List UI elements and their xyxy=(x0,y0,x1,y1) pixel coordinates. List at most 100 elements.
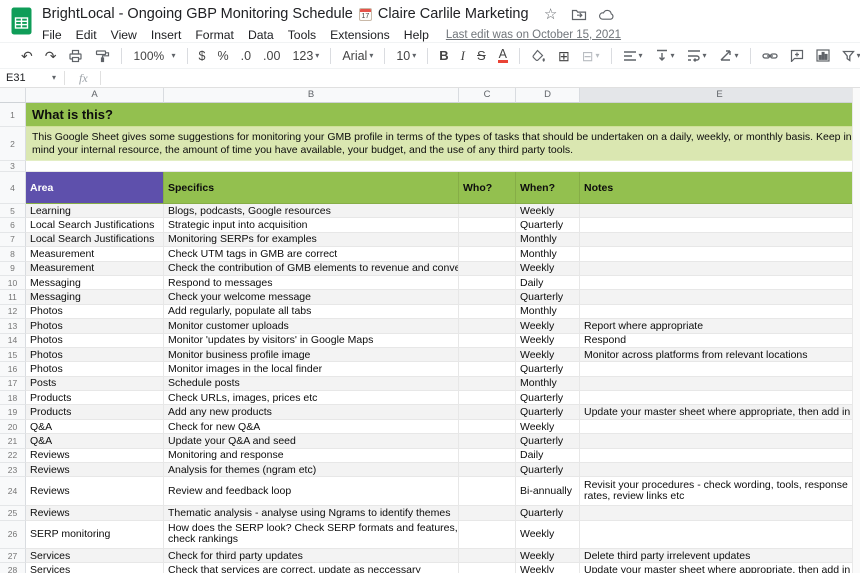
cell-who[interactable] xyxy=(459,405,516,419)
italic-button[interactable]: I xyxy=(456,45,470,67)
cell-notes[interactable] xyxy=(580,449,860,463)
cell-notes[interactable] xyxy=(580,305,860,319)
format-currency-button[interactable]: $ xyxy=(194,45,211,67)
cell-when[interactable]: Daily xyxy=(516,449,580,463)
cell-specifics[interactable]: Check the contribution of GMB elements t… xyxy=(164,262,459,276)
cell-specifics[interactable]: Blogs, podcasts, Google resources xyxy=(164,204,459,218)
cell-specifics[interactable]: Analysis for themes (ngram etc) xyxy=(164,463,459,477)
cell-when[interactable]: Weekly xyxy=(516,521,580,549)
column-header-A[interactable]: A xyxy=(26,88,164,103)
document-title[interactable]: BrightLocal - Ongoing GBP Monitoring Sch… xyxy=(42,6,353,22)
cell-notes[interactable] xyxy=(580,233,860,247)
cell-specifics[interactable]: Add any new products xyxy=(164,405,459,419)
cell-area[interactable]: Posts xyxy=(26,377,164,391)
cell-area[interactable]: Local Search Justifications xyxy=(26,218,164,232)
strikethrough-button[interactable]: S xyxy=(472,45,491,67)
redo-button[interactable]: ↷ xyxy=(40,45,62,67)
format-percent-button[interactable]: % xyxy=(212,45,233,67)
cell-who[interactable] xyxy=(459,420,516,434)
row-number-cell[interactable]: 3 xyxy=(0,161,26,172)
cell-who[interactable] xyxy=(459,463,516,477)
cell-area[interactable]: Products xyxy=(26,391,164,405)
bold-button[interactable]: B xyxy=(434,45,453,67)
move-to-folder-icon[interactable] xyxy=(571,6,587,22)
cell-area[interactable]: SERP monitoring xyxy=(26,521,164,549)
cell-notes[interactable] xyxy=(580,521,860,549)
cell-who[interactable] xyxy=(459,204,516,218)
cell-notes[interactable] xyxy=(580,247,860,261)
cell-when[interactable]: Weekly xyxy=(516,204,580,218)
cell-area[interactable]: Measurement xyxy=(26,262,164,276)
cell-specifics[interactable]: Check URLs, images, prices etc xyxy=(164,391,459,405)
cell-specifics[interactable]: Check for new Q&A xyxy=(164,420,459,434)
star-icon[interactable]: ☆ xyxy=(543,6,559,22)
text-wrap-button[interactable]: ▾ xyxy=(682,45,712,67)
cell-when[interactable]: Quarterly xyxy=(516,362,580,376)
cell-who[interactable] xyxy=(459,506,516,520)
row-number-cell[interactable]: 21 xyxy=(0,434,26,448)
menu-item-tools[interactable]: Tools xyxy=(281,28,323,42)
row-number-cell[interactable]: 9 xyxy=(0,262,26,276)
row-number-cell[interactable]: 13 xyxy=(0,319,26,333)
undo-button[interactable]: ↶ xyxy=(16,45,38,67)
menu-item-extensions[interactable]: Extensions xyxy=(323,28,397,42)
cell-when[interactable]: Weekly xyxy=(516,262,580,276)
cell-who[interactable] xyxy=(459,305,516,319)
cell-notes[interactable] xyxy=(580,362,860,376)
cell-when[interactable]: Weekly xyxy=(516,420,580,434)
cell-intro-text[interactable]: This Google Sheet gives some suggestions… xyxy=(26,127,860,161)
formula-input[interactable] xyxy=(101,69,860,87)
column-header-D[interactable]: D xyxy=(516,88,580,103)
cell-when[interactable]: Quarterly xyxy=(516,290,580,304)
menu-item-view[interactable]: View xyxy=(104,28,144,42)
cell-who[interactable] xyxy=(459,348,516,362)
menu-item-edit[interactable]: Edit xyxy=(69,28,104,42)
cell-notes[interactable] xyxy=(580,276,860,290)
menu-item-format[interactable]: Format xyxy=(188,28,241,42)
cell-specifics[interactable]: Monitor 'updates by visitors' in Google … xyxy=(164,334,459,348)
cell-when[interactable]: Weekly xyxy=(516,348,580,362)
row-number-cell[interactable]: 8 xyxy=(0,247,26,261)
row-number-cell[interactable]: 19 xyxy=(0,405,26,419)
cell-when[interactable]: Weekly xyxy=(516,563,580,573)
cell-area[interactable]: Photos xyxy=(26,319,164,333)
cell-intro-title[interactable]: What is this? xyxy=(26,103,860,127)
cell-area[interactable]: Products xyxy=(26,405,164,419)
row-number-cell[interactable]: 12 xyxy=(0,305,26,319)
cell-notes[interactable] xyxy=(580,204,860,218)
cell-area[interactable]: Services xyxy=(26,549,164,563)
paint-format-button[interactable] xyxy=(90,45,115,67)
row-number-cell[interactable]: 23 xyxy=(0,463,26,477)
font-select[interactable]: Arial▾ xyxy=(337,45,378,67)
cell-when[interactable]: Monthly xyxy=(516,377,580,391)
cell-who[interactable] xyxy=(459,319,516,333)
cell-who[interactable] xyxy=(459,276,516,290)
cell-specifics[interactable]: Monitoring SERPs for examples xyxy=(164,233,459,247)
cell-header-area[interactable]: Area xyxy=(26,172,164,204)
cell-when[interactable]: Quarterly xyxy=(516,391,580,405)
row-number-cell[interactable]: 6 xyxy=(0,218,26,232)
google-sheets-logo-icon[interactable] xyxy=(11,7,32,35)
cell-who[interactable] xyxy=(459,334,516,348)
cell-area[interactable]: Photos xyxy=(26,348,164,362)
row-number-cell[interactable]: 17 xyxy=(0,377,26,391)
column-header-C[interactable]: C xyxy=(459,88,516,103)
cell-area[interactable]: Reviews xyxy=(26,477,164,506)
text-rotation-button[interactable]: ▾ xyxy=(714,45,744,67)
cell-who[interactable] xyxy=(459,563,516,573)
decrease-decimal-button[interactable]: .0 xyxy=(236,45,256,67)
cloud-saved-icon[interactable] xyxy=(599,6,615,22)
cell-who[interactable] xyxy=(459,477,516,506)
cell-when[interactable]: Quarterly xyxy=(516,463,580,477)
cell-specifics[interactable]: Update your Q&A and seed xyxy=(164,434,459,448)
merge-cells-button[interactable]: ⊟▾ xyxy=(577,45,605,67)
cell-notes[interactable]: Update your master sheet where appropria… xyxy=(580,405,860,419)
font-size-select[interactable]: 10▾ xyxy=(391,45,421,67)
cell-specifics[interactable]: Monitoring and response xyxy=(164,449,459,463)
column-header-B[interactable]: B xyxy=(164,88,459,103)
cell-who[interactable] xyxy=(459,362,516,376)
cell-notes[interactable]: Update your master sheet where appropria… xyxy=(580,563,860,573)
increase-decimal-button[interactable]: .00 xyxy=(258,45,285,67)
cell-header-who[interactable]: Who? xyxy=(459,172,516,204)
more-formats-button[interactable]: 123▾ xyxy=(287,45,324,67)
